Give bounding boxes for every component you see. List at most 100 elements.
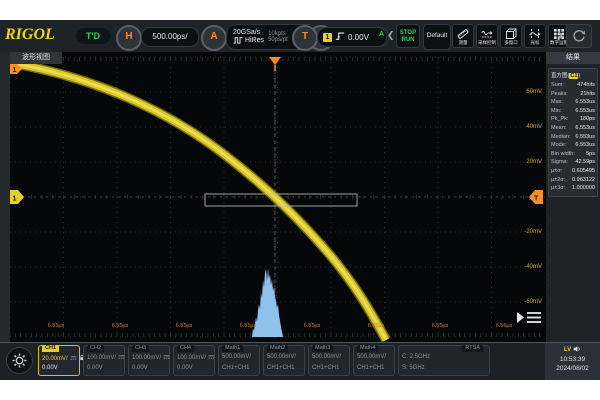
stat-row: Sum:474hits [551, 81, 595, 90]
stat-label: μ±2σ: [551, 176, 565, 185]
rigol-logo: RIGOL [5, 26, 55, 44]
right-axis-label: -40mV [502, 264, 542, 270]
rtsa-center-freq: C: 2.5GHz [402, 354, 430, 360]
sample-rate-value: 20GSa/s [233, 29, 264, 36]
point-resolution-value: 50ps/pt [268, 37, 288, 43]
default-button[interactable]: Default [423, 24, 451, 50]
math-box-math4[interactable]: Math4500.00mV/CH1+CH1 [353, 345, 395, 376]
rtsa-box[interactable]: RTSA C: 2.5GHz S: 5GHz [398, 345, 490, 376]
channel-box-ch3[interactable]: CH3 100.00mV/0.00V [128, 345, 170, 376]
results-panel: 结果 直方图(C1) Sum:474hitsPeaks:21hitsMax:6.… [545, 52, 600, 342]
sample-control-icon [477, 27, 497, 39]
box-tab: Math1 [222, 345, 243, 352]
bottom-axis-label: 6.55μs [233, 323, 263, 329]
trigger-settings-button[interactable]: 1 0.00V [317, 27, 387, 47]
stat-value: 6.553us [575, 133, 595, 142]
refresh-icon [572, 30, 586, 47]
stat-row: μ±3σ:1.000000 [551, 184, 595, 193]
stat-row: Peaks:21hits [551, 90, 595, 99]
svg-text:1: 1 [13, 196, 17, 203]
scale-value: 100.00mV/ [132, 354, 170, 362]
offset-value: 0.00V [42, 365, 58, 371]
clock-date: 2024/08/02 [545, 364, 600, 373]
bottom-axis-label: 6.55μs [169, 323, 199, 329]
stat-value: 6.553us [575, 124, 595, 133]
toolbar-button-sample-control[interactable]: 采样控制 [476, 24, 498, 48]
right-axis-label: -20mV [502, 229, 542, 235]
bottom-status-bar: CH120.00mV/0.00VCH2100.00mV/0.00VCH3100.… [0, 342, 600, 380]
stat-row: μ±2σ: 0.963122 [551, 176, 595, 185]
box-tab: Math2 [267, 345, 288, 352]
menu-expand-button[interactable] [515, 310, 543, 325]
stat-label: μ±σ: [551, 167, 562, 176]
horizontal-knob-label: H [125, 31, 132, 42]
stat-label: Peaks: [551, 90, 568, 99]
box-tab: CH3 [132, 345, 149, 352]
acquire-knob[interactable]: A [201, 25, 227, 51]
box-tab: CH2 [87, 345, 104, 352]
square-wave-icon [233, 36, 243, 46]
stat-value: 42.59ps [575, 158, 595, 167]
stat-row: Mode:6.553us [551, 141, 595, 150]
rtsa-span: S: 5GHz [402, 365, 425, 371]
box-tab: Math3 [312, 345, 333, 352]
stat-value: 0.963122 [572, 176, 595, 185]
math-expression: CH1+CH1 [267, 365, 295, 371]
bottom-axis-label: 6.55μs [297, 323, 327, 329]
scale-value: 100.00mV/ [177, 354, 215, 362]
rising-edge-icon [335, 31, 345, 43]
self-cal-button[interactable] [566, 24, 592, 48]
chevron-right-icon[interactable]: ❯ [556, 30, 564, 41]
dc-coupling-icon [118, 354, 125, 362]
toolbar-button-measure[interactable]: 测量 [452, 24, 474, 48]
stat-label: Sigma: [551, 158, 568, 167]
channel-box-ch4[interactable]: CH4100.00mV/0.00V [173, 345, 215, 376]
trigger-knob[interactable]: T [292, 25, 318, 51]
stat-value: 0.605495 [572, 167, 595, 176]
histogram-statistics[interactable]: 直方图(C1) Sum:474hitsPeaks:21hitsMax:6.553… [548, 68, 598, 197]
toolbar-button-cursor[interactable]: 光标 [524, 24, 546, 48]
trigger-coupling-indicator: A [379, 31, 384, 38]
toolbar-button-label: 采样控制 [478, 39, 496, 45]
horizontal-knob[interactable]: H [116, 25, 142, 51]
results-panel-title: 结果 [546, 52, 600, 64]
stat-label: Sum: [551, 81, 564, 90]
stat-row: μ±σ: 0.605495 [551, 167, 595, 176]
math-box-math3[interactable]: Math3500.00mV/CH1+CH1 [308, 345, 350, 376]
dc-coupling-icon [70, 355, 77, 363]
cursor-icon [525, 27, 545, 39]
svg-text:T: T [534, 196, 539, 203]
scale-value: 500.00mV/ [312, 354, 341, 360]
channel-box-ch2[interactable]: CH2100.00mV/0.00V [83, 345, 125, 376]
trigger-position-marker[interactable] [269, 57, 281, 71]
stat-row: Mean:6.553us [551, 124, 595, 133]
lan-status-badge: LV [564, 346, 571, 355]
math-expression: CH1+CH1 [222, 365, 250, 371]
ch1-ground-marker[interactable]: 1 [10, 190, 24, 204]
math-box-math1[interactable]: Math1500.00mV/CH1+CH1 [218, 345, 260, 376]
stat-row: Bin width:5ps [551, 150, 595, 159]
horizontal-scale-button[interactable]: 500.00ps/ [141, 27, 199, 47]
stat-row: Max:6.553us [551, 98, 595, 107]
channel-box-ch1[interactable]: CH120.00mV/0.00V [38, 345, 80, 376]
navigation-knob[interactable] [6, 347, 33, 374]
dc-coupling-icon [163, 354, 170, 362]
clock-box[interactable]: LV 10:53:39 2024/08/02 [545, 343, 600, 380]
trigger-level-marker[interactable]: T [529, 190, 543, 204]
stat-value: 180ps [580, 115, 595, 124]
stat-value: 5ps [586, 150, 595, 159]
offset-value: 0.00V [132, 365, 148, 371]
box-tab: Math4 [357, 345, 378, 352]
scale-value: 500.00mV/ [357, 354, 386, 360]
stat-label: Min: [551, 107, 561, 116]
toolbar-button-multi-window[interactable]: 多窗口 [500, 24, 522, 48]
horizontal-scale-value: 500.00ps/ [152, 32, 187, 41]
chevron-left-icon[interactable]: ❮ [387, 30, 395, 41]
math-box-math2[interactable]: Math2 500.00mV/CH1+CH1 [263, 345, 305, 376]
run-stop-line2: RUN [397, 37, 419, 44]
toolbar-button-label: 多窗口 [502, 39, 520, 45]
offset-value: 0.00V [177, 365, 193, 371]
waveform-view-tab[interactable]: 波形视图 [10, 52, 62, 64]
run-stop-button[interactable]: STOP RUN [396, 24, 420, 48]
scale-value: 500.00mV/ [267, 354, 296, 360]
